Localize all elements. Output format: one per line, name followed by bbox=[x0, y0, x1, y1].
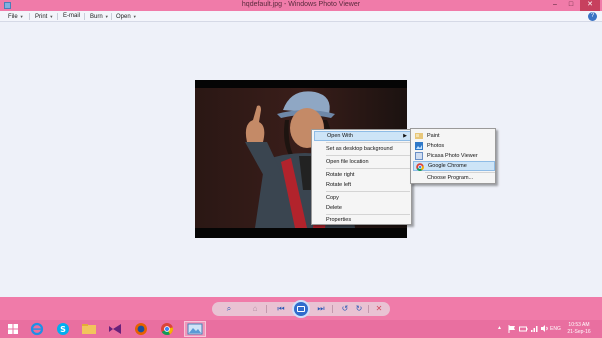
flag-icon[interactable] bbox=[508, 325, 516, 333]
menu-separator bbox=[29, 13, 30, 20]
volume-icon[interactable] bbox=[540, 324, 549, 333]
menu-email[interactable]: E-mail bbox=[63, 12, 80, 21]
minimize-button[interactable]: – bbox=[548, 0, 562, 11]
next-icon[interactable]: ⏭ bbox=[316, 304, 326, 314]
ctx-rotate-right[interactable]: Rotate right bbox=[314, 170, 411, 180]
rotate-right-icon[interactable]: ↻ bbox=[354, 304, 364, 314]
ctx-set-desktop-background[interactable]: Set as desktop background bbox=[314, 144, 411, 154]
file-explorer-icon bbox=[82, 324, 96, 334]
context-menu: Open With ▶ Set as desktop background Ope… bbox=[311, 129, 412, 225]
ctx-copy[interactable]: Copy bbox=[314, 193, 411, 203]
chrome-icon bbox=[416, 163, 424, 171]
submenu-paint-label: Paint bbox=[427, 133, 440, 139]
ctx-delete[interactable]: Delete bbox=[314, 203, 411, 213]
menu-separator bbox=[111, 13, 112, 20]
start-button[interactable] bbox=[2, 321, 24, 337]
chevron-down-icon: ▼ bbox=[49, 14, 54, 19]
menu-burn-label: Burn bbox=[90, 14, 103, 20]
ctx-open-with[interactable]: Open With ▶ bbox=[314, 131, 411, 141]
chevron-down-icon: ▼ bbox=[104, 14, 109, 19]
help-icon[interactable]: ? bbox=[588, 12, 597, 21]
menu-email-label: E-mail bbox=[63, 13, 81, 19]
taskbar-internet-explorer[interactable] bbox=[26, 321, 48, 337]
svg-text:S: S bbox=[60, 325, 66, 334]
close-button[interactable]: ✕ bbox=[580, 0, 600, 11]
title-bar: hqdefault.jpg - Windows Photo Viewer – □… bbox=[0, 0, 602, 11]
taskbar-firefox[interactable] bbox=[130, 321, 152, 337]
taskbar-skype[interactable]: S bbox=[52, 321, 74, 337]
menu-separator bbox=[326, 168, 410, 169]
previous-icon[interactable]: ⏮ bbox=[276, 304, 286, 314]
menu-separator bbox=[326, 191, 410, 192]
taskbar: S ▲ ENG 10:53 AM 21-Sep-16 bbox=[0, 320, 602, 338]
submenu-paint[interactable]: Paint bbox=[413, 131, 495, 141]
menu-separator bbox=[57, 13, 58, 20]
open-with-submenu: Paint Photos Picasa Photo Viewer Google … bbox=[410, 128, 496, 184]
photos-icon bbox=[415, 142, 423, 150]
menu-burn[interactable]: Burn ▼ bbox=[90, 12, 109, 21]
show-hidden-icons[interactable]: ▲ bbox=[497, 325, 502, 331]
paint-icon bbox=[415, 133, 423, 139]
battery-icon[interactable] bbox=[519, 325, 528, 333]
slideshow-icon bbox=[297, 306, 305, 312]
submenu-picasa[interactable]: Picasa Photo Viewer bbox=[413, 151, 495, 161]
delete-icon[interactable]: ✕ bbox=[374, 304, 384, 314]
menu-print[interactable]: Print ▼ bbox=[35, 12, 53, 21]
submenu-google-chrome[interactable]: Google Chrome bbox=[413, 161, 495, 171]
menu-open[interactable]: Open ▼ bbox=[116, 12, 137, 21]
menu-file-label: File bbox=[8, 14, 18, 20]
menu-separator bbox=[326, 142, 410, 143]
viewer-controls: ⌕ ⌂ ⏮ ⏭ ↺ ↻ ✕ bbox=[212, 300, 390, 318]
menu-bar: File ▼ Print ▼ E-mail Burn ▼ Open ▼ ? bbox=[0, 11, 602, 22]
maximize-button[interactable]: □ bbox=[564, 0, 578, 11]
toolbar-separator bbox=[332, 305, 333, 313]
toolbar-separator bbox=[266, 305, 267, 313]
toolbar-separator bbox=[368, 305, 369, 313]
ctx-open-with-label: Open With bbox=[327, 133, 353, 139]
submenu-chrome-label: Google Chrome bbox=[428, 163, 467, 169]
viewer-toolbar: ⌕ ⌂ ⏮ ⏭ ↺ ↻ ✕ bbox=[0, 297, 602, 320]
ctx-rotate-left[interactable]: Rotate left bbox=[314, 180, 411, 190]
taskbar-clock[interactable]: 10:53 AM 21-Sep-16 bbox=[562, 322, 596, 336]
start-icon bbox=[8, 324, 18, 334]
ctx-open-file-location[interactable]: Open file location bbox=[314, 157, 411, 167]
clock-time: 10:53 AM bbox=[568, 322, 590, 328]
chrome-icon bbox=[161, 323, 174, 336]
window-title: hqdefault.jpg - Windows Photo Viewer bbox=[241, 1, 361, 8]
taskbar-google-chrome[interactable] bbox=[156, 321, 178, 337]
slideshow-button[interactable] bbox=[292, 300, 310, 318]
rotate-left-icon[interactable]: ↺ bbox=[340, 304, 350, 314]
firefox-icon bbox=[135, 323, 147, 335]
photo-viewer-icon bbox=[187, 323, 203, 335]
skype-icon: S bbox=[57, 323, 69, 335]
chevron-down-icon: ▼ bbox=[19, 14, 24, 19]
ie-icon bbox=[30, 322, 44, 336]
submenu-photos-label: Photos bbox=[427, 143, 445, 149]
submenu-picasa-label: Picasa Photo Viewer bbox=[427, 153, 478, 159]
menu-file[interactable]: File ▼ bbox=[8, 12, 24, 21]
menu-print-label: Print bbox=[35, 14, 48, 20]
clock-date: 21-Sep-16 bbox=[567, 329, 591, 335]
chevron-right-icon: ▶ bbox=[403, 133, 407, 139]
picasa-icon bbox=[415, 152, 423, 160]
taskbar-file-explorer[interactable] bbox=[78, 321, 100, 337]
zoom-icon[interactable]: ⌕ bbox=[224, 304, 234, 314]
submenu-photos[interactable]: Photos bbox=[413, 141, 495, 151]
actual-size-icon[interactable]: ⌂ bbox=[250, 304, 260, 314]
menu-open-label: Open bbox=[116, 14, 131, 20]
ctx-properties[interactable]: Properties bbox=[314, 215, 411, 225]
chevron-down-icon: ▼ bbox=[132, 14, 137, 19]
language-indicator[interactable]: ENG bbox=[550, 326, 561, 332]
network-icon[interactable] bbox=[530, 324, 539, 333]
visual-studio-icon bbox=[109, 324, 121, 334]
submenu-choose-program[interactable]: Choose Program... bbox=[413, 173, 495, 183]
taskbar-visual-studio[interactable] bbox=[104, 321, 126, 337]
menu-separator bbox=[326, 155, 410, 156]
taskbar-photo-viewer[interactable] bbox=[184, 321, 206, 337]
menu-separator bbox=[84, 13, 85, 20]
